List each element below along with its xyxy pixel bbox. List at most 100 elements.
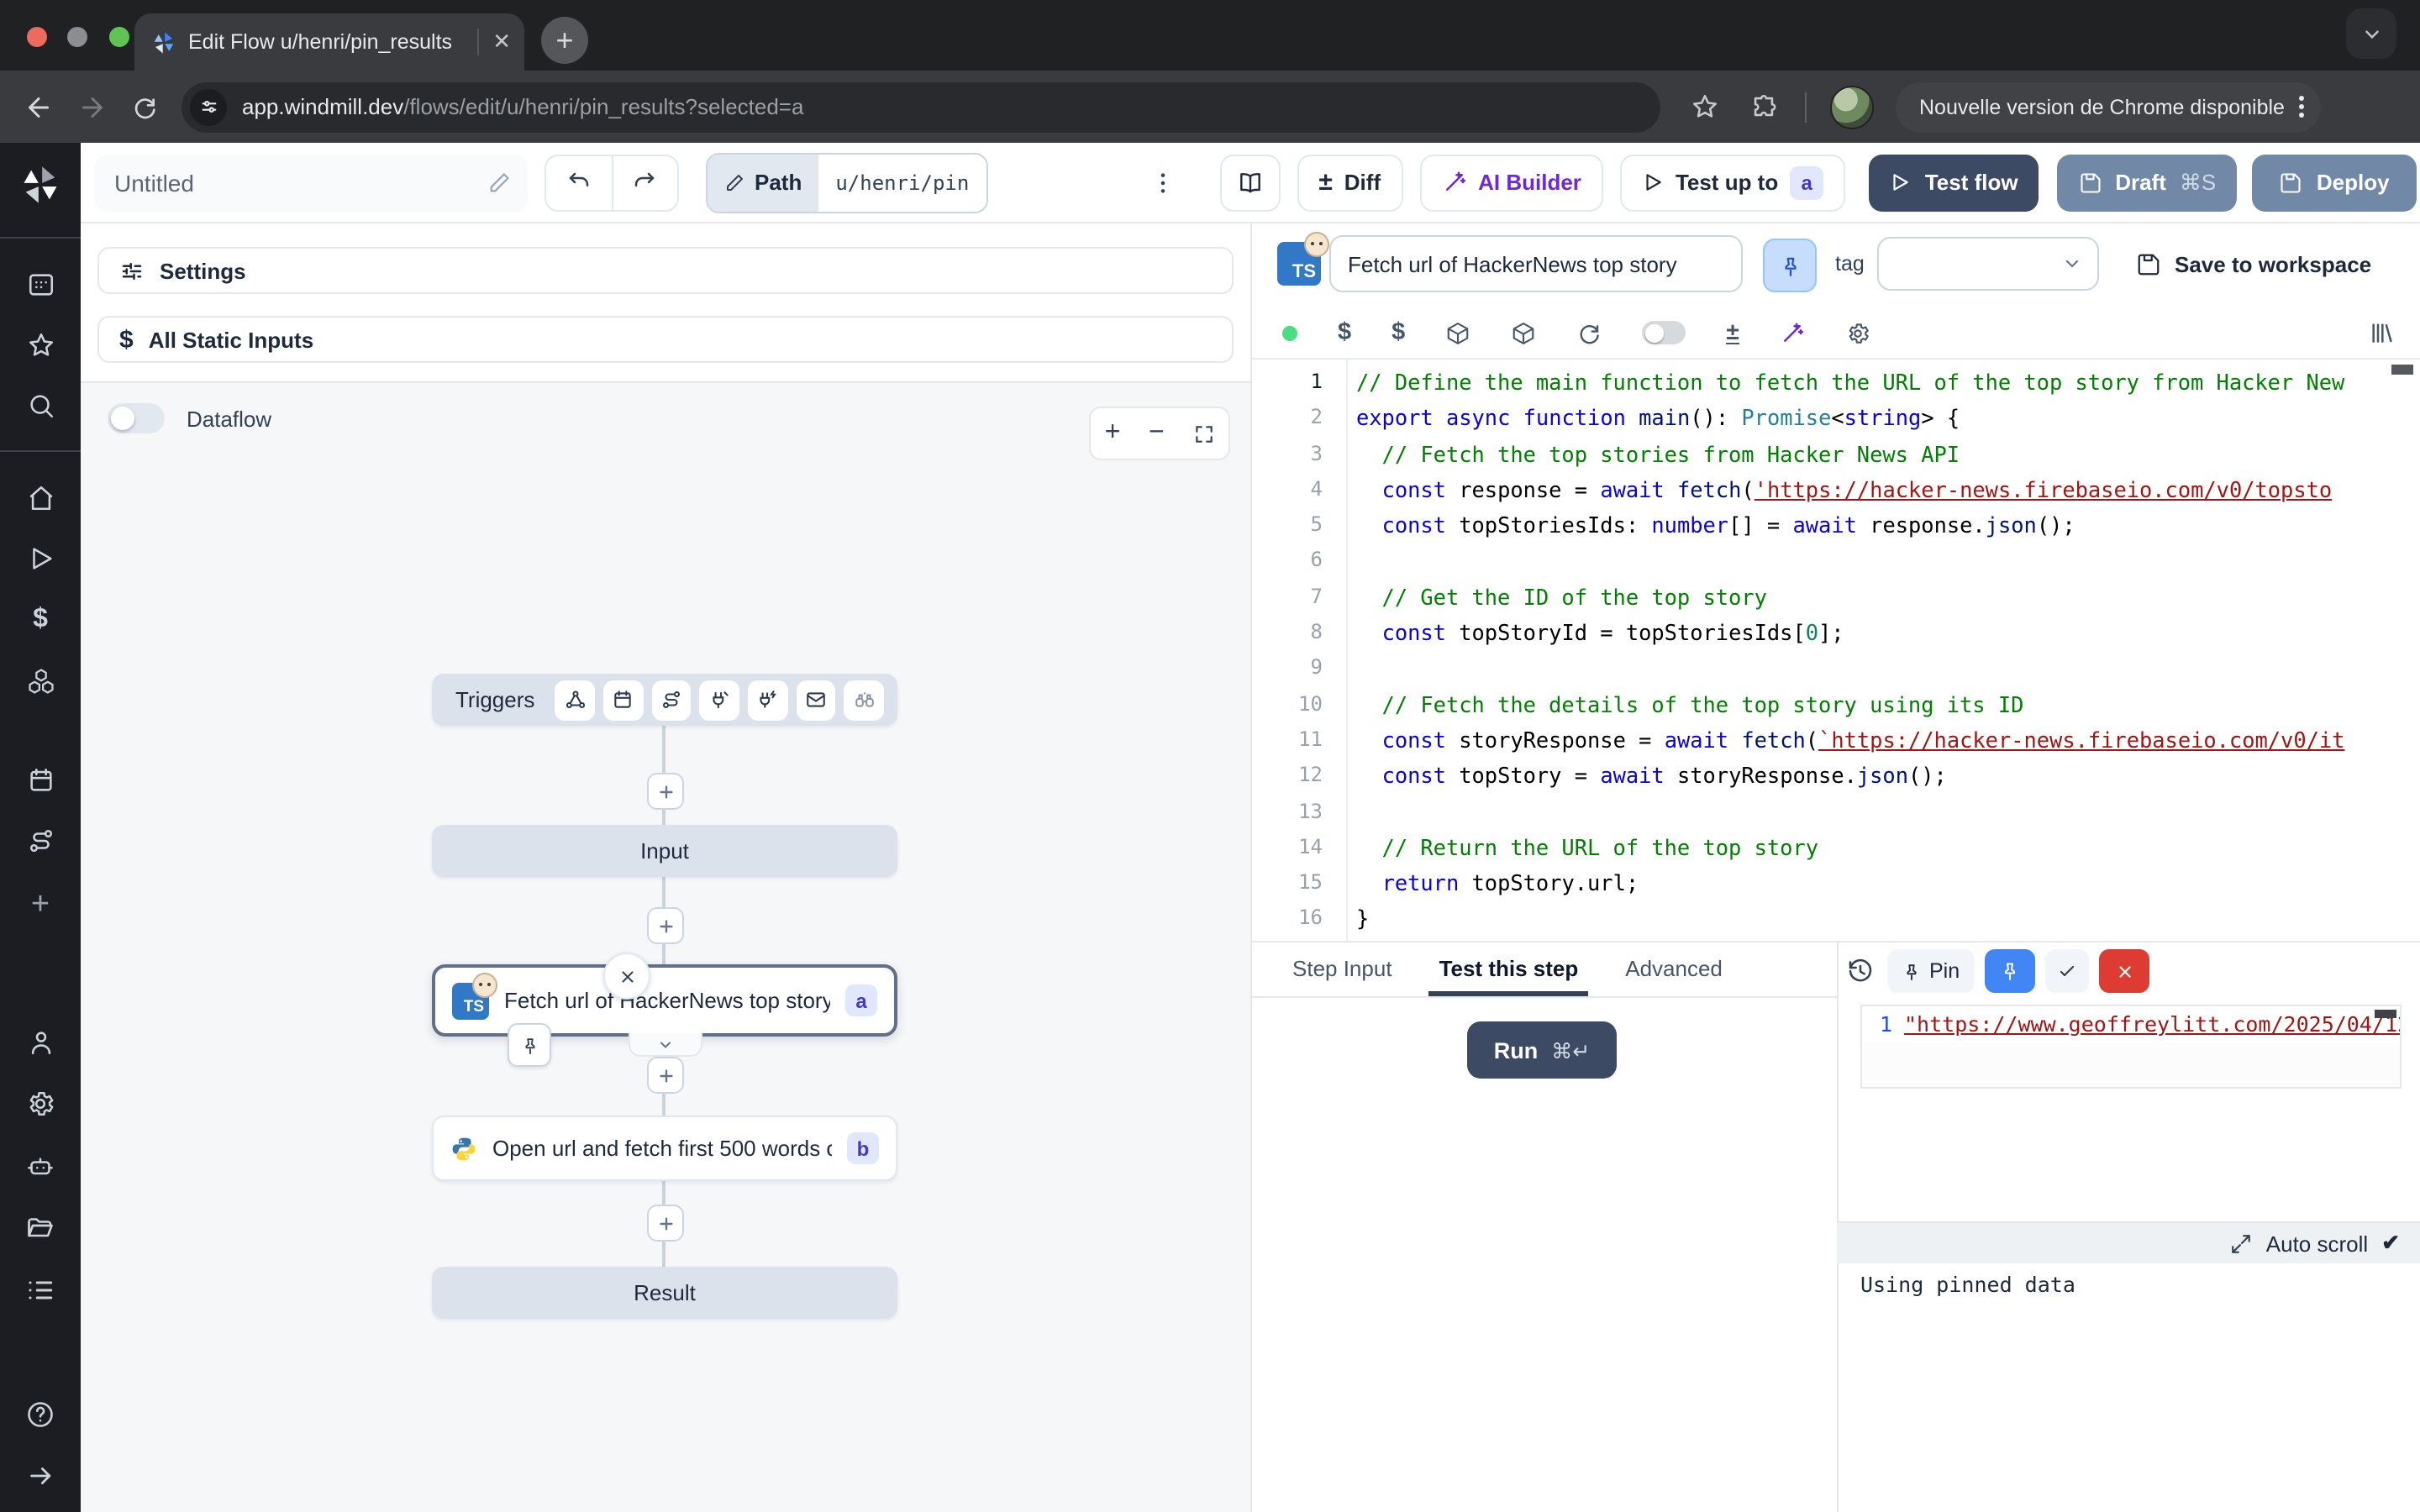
resources-dollar-icon[interactable]: $ (1392, 319, 1405, 346)
package-icon[interactable] (1511, 320, 1536, 345)
flow-canvas[interactable]: Dataflow + − Triggers (81, 381, 1250, 1512)
deploy-button[interactable]: Deploy (2252, 154, 2417, 211)
code-line[interactable]: 14 // Return the URL of the top story (1252, 830, 2420, 866)
event-stream-trigger-icon[interactable] (748, 680, 787, 720)
chrome-update-pill[interactable]: Nouvelle version de Chrome disponible (1896, 81, 2322, 132)
fit-view-button[interactable] (1192, 423, 1214, 444)
sidebar-item-variables-dollar-icon[interactable]: $ (33, 605, 48, 635)
redo-button[interactable] (611, 155, 677, 209)
pin-active-button[interactable] (1985, 949, 2035, 993)
flow-name-box[interactable]: Untitled (94, 154, 528, 211)
code-line[interactable]: 6 (1252, 543, 2420, 580)
minimize-window-button[interactable] (68, 27, 88, 47)
triggers-node[interactable]: Triggers (432, 674, 897, 726)
edit-pencil-icon[interactable] (487, 171, 511, 194)
sidebar-item-home-icon[interactable] (26, 484, 55, 512)
code-line[interactable]: 5 const topStoriesIds: number[] = await … (1252, 507, 2420, 543)
http-route-trigger-icon[interactable] (651, 680, 691, 720)
zoom-out-button[interactable]: − (1149, 418, 1165, 449)
maximize-window-button[interactable] (109, 27, 129, 47)
code-line[interactable]: 16} (1252, 901, 2420, 937)
path-value[interactable]: u/henri/pin (818, 154, 986, 211)
result-node[interactable]: Result (432, 1267, 897, 1319)
more-options-kebab-icon[interactable] (1149, 169, 1176, 196)
library-icon[interactable] (2368, 319, 2395, 346)
all-static-inputs-row[interactable]: $ All Static Inputs (97, 316, 1234, 363)
code-line[interactable]: 7 // Get the ID of the top story (1252, 580, 2420, 616)
tab-search-chevron-icon[interactable] (2346, 8, 2396, 59)
code-line[interactable]: 2export async function main(): Promise<s… (1252, 401, 2420, 437)
test-flow-button[interactable]: Test flow (1869, 154, 2039, 211)
flow-settings-row[interactable]: Settings (97, 247, 1234, 294)
zoom-in-button[interactable]: + (1105, 418, 1121, 449)
add-step-button[interactable] (647, 907, 684, 944)
email-trigger-icon[interactable] (796, 680, 835, 720)
pinned-data-line[interactable]: 1 "https://www.geoffreylitt.com/2025/04/… (1862, 1006, 2400, 1043)
sidebar-item-folders-icon[interactable] (25, 1213, 55, 1243)
save-to-workspace-button[interactable]: Save to workspace (2136, 239, 2371, 289)
sidebar-item-add-plus-icon[interactable]: + (31, 887, 50, 924)
editor-scrollbar-thumb[interactable] (2391, 365, 2413, 375)
extensions-puzzle-icon[interactable] (1749, 92, 1778, 121)
back-icon[interactable] (24, 92, 54, 122)
accept-check-button[interactable] (2045, 949, 2089, 993)
pinned-step-pin-icon[interactable] (508, 1023, 551, 1067)
bookmark-star-icon[interactable] (1691, 92, 1719, 121)
chrome-menu-icon[interactable] (2300, 96, 2305, 118)
code-line[interactable]: 8 const topStoryId = topStoriesIds[0]; (1252, 615, 2420, 651)
site-controls-icon[interactable] (190, 88, 227, 125)
sidebar-item-search-icon[interactable] (26, 391, 55, 420)
pin-active-button[interactable] (1763, 239, 1817, 292)
reload-icon[interactable] (1576, 320, 1602, 345)
scrollbar-thumb[interactable] (2375, 1010, 2396, 1018)
code-line[interactable]: 9 (1252, 651, 2420, 687)
tab-close-icon[interactable]: ✕ (477, 29, 511, 55)
ai-wand-icon[interactable] (1780, 320, 1805, 345)
variables-dollar-icon[interactable]: $ (1338, 319, 1351, 346)
code-line[interactable]: 4 const response = await fetch('https://… (1252, 472, 2420, 508)
step-badge[interactable]: a (1790, 165, 1823, 199)
ai-builder-button[interactable]: AI Builder (1419, 154, 1603, 211)
history-icon[interactable] (1847, 958, 1874, 984)
remove-step-button[interactable] (603, 953, 650, 1000)
close-window-button[interactable] (27, 27, 47, 47)
add-step-button[interactable] (647, 1057, 684, 1094)
tab-advanced[interactable]: Advanced (1625, 956, 1723, 996)
code-line[interactable]: 3 // Fetch the top stories from Hacker N… (1252, 436, 2420, 472)
docs-book-button[interactable] (1219, 154, 1280, 211)
input-node[interactable]: Input (432, 825, 897, 877)
path-label-segment[interactable]: Path (708, 154, 818, 211)
sidebar-item-resources-cubes-icon[interactable] (26, 667, 55, 696)
windmill-logo[interactable] (18, 163, 62, 207)
test-up-to-button[interactable]: Test up to a (1620, 154, 1845, 211)
reload-icon[interactable] (131, 93, 158, 120)
dataflow-toggle[interactable] (108, 403, 165, 433)
run-button[interactable]: Run ⌘↵ (1467, 1021, 1617, 1079)
code-line[interactable]: 11 const storyResponse = await fetch(`ht… (1252, 722, 2420, 759)
forward-icon[interactable] (77, 92, 108, 122)
sidebar-item-logs-list-icon[interactable] (25, 1275, 55, 1305)
code-line[interactable]: 1// Define the main function to fetch th… (1252, 365, 2420, 401)
code-line[interactable]: 13 (1252, 794, 2420, 830)
webhook-trigger-icon[interactable] (555, 680, 594, 720)
add-step-button[interactable] (647, 1205, 684, 1242)
schedule-trigger-icon[interactable] (603, 680, 643, 720)
poll-binoculars-icon[interactable] (844, 680, 884, 720)
code-line[interactable]: 15 return topStory.url; (1252, 865, 2420, 901)
code-line[interactable]: 12 const topStory = await storyResponse.… (1252, 759, 2420, 795)
expand-step-chevron[interactable] (629, 1033, 702, 1057)
path-chip[interactable]: Path u/henri/pin (706, 152, 987, 213)
browser-tab[interactable]: Edit Flow u/henri/pin_results ✕ (134, 13, 524, 71)
undo-button[interactable] (546, 155, 611, 209)
step-title-input[interactable] (1329, 235, 1743, 292)
plus-minus-diff-icon[interactable]: ± (1726, 321, 1739, 344)
sidebar-item-help-icon[interactable] (25, 1399, 55, 1430)
sidebar-expand-arrow-icon[interactable] (26, 1462, 55, 1490)
step-a-node[interactable]: TS Fetch url of HackerNews top story a (432, 964, 897, 1037)
sidebar-item-runs-play-icon[interactable] (26, 544, 55, 573)
pinned-data-editor[interactable]: 1 "https://www.geoffreylitt.com/2025/04/… (1860, 1005, 2402, 1089)
tag-select[interactable] (1877, 237, 2099, 291)
profile-avatar[interactable] (1830, 85, 1874, 129)
auto-scroll-checkbox[interactable]: ✔ (2381, 1230, 2400, 1257)
sidebar-item-apps-window-icon[interactable] (26, 270, 55, 299)
